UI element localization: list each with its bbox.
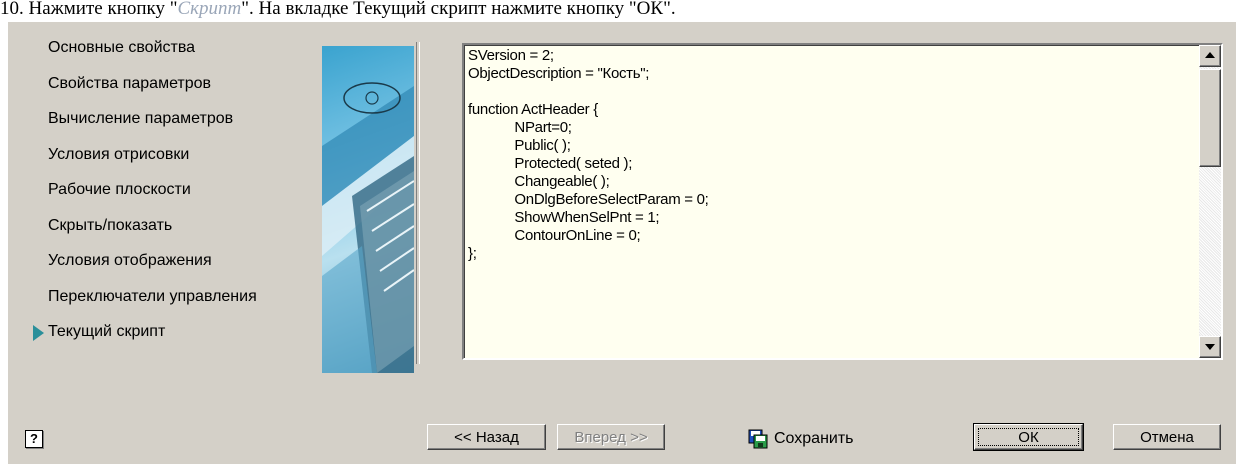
nav-item-basic-properties[interactable]: Основные свойства [48,38,195,58]
script-code[interactable]: SVersion = 2; ObjectDescription = "Кость… [468,47,1188,356]
help-icon[interactable]: ? [25,430,43,448]
building-illustration [322,82,414,373]
nav-item-label: Вычисление параметров [48,110,234,127]
script-dialog: Основные свойства Свойства параметров Вы… [8,22,1236,464]
nav-item-control-switches[interactable]: Переключатели управления [48,287,257,307]
arrow-up-icon [1205,52,1215,58]
nav-item-label: Условия отображения [48,252,212,269]
active-arrow-icon [33,325,44,341]
script-editor[interactable]: SVersion = 2; ObjectDescription = "Кость… [462,43,1223,360]
vertical-divider [416,42,420,364]
nav-item-label: Рабочие плоскости [48,181,191,198]
ok-button[interactable]: ОК [973,423,1084,451]
nav-item-label: Свойства параметров [48,75,212,92]
nav-item-parameter-calculation[interactable]: Вычисление параметров [48,109,233,129]
instruction-script-word: Скрипт [177,0,242,19]
nav-item-label: Текущий скрипт [48,323,166,340]
nav-item-draw-conditions[interactable]: Условия отрисовки [48,145,189,165]
document-instruction: 10. Нажмите кнопку "Скрипт". На вкладке … [0,0,1243,22]
nav-item-label: Условия отрисовки [48,146,190,163]
focus-rect [978,428,1079,446]
next-button[interactable]: Вперед >> [557,424,665,450]
nav-item-hide-show[interactable]: Скрыть/показать [48,216,172,236]
nav-item-work-planes[interactable]: Рабочие плоскости [48,180,191,200]
nav-item-label: Основные свойства [48,39,196,56]
instruction-suffix: ". На вкладке Текущий скрипт нажмите кно… [241,0,676,19]
vertical-scrollbar[interactable] [1199,45,1221,358]
scroll-thumb[interactable] [1199,69,1221,167]
cancel-button[interactable]: Отмена [1113,424,1221,450]
arrow-down-icon [1205,344,1215,350]
save-button[interactable]: Сохранить [748,428,854,450]
instruction-prefix: 10. Нажмите кнопку " [0,0,178,19]
scroll-down-button[interactable] [1199,336,1221,358]
back-button[interactable]: << Назад [427,424,546,450]
nav-item-label: Переключатели управления [48,288,257,305]
save-label: Сохранить [774,430,854,447]
nav-item-label: Скрыть/показать [48,217,173,234]
save-icon [748,429,768,449]
nav-item-display-conditions[interactable]: Условия отображения [48,251,212,271]
nav-item-parameter-properties[interactable]: Свойства параметров [48,74,211,94]
nav-item-current-script[interactable]: Текущий скрипт [33,322,166,342]
scroll-up-button[interactable] [1199,45,1221,67]
decorative-building-image [322,46,414,373]
